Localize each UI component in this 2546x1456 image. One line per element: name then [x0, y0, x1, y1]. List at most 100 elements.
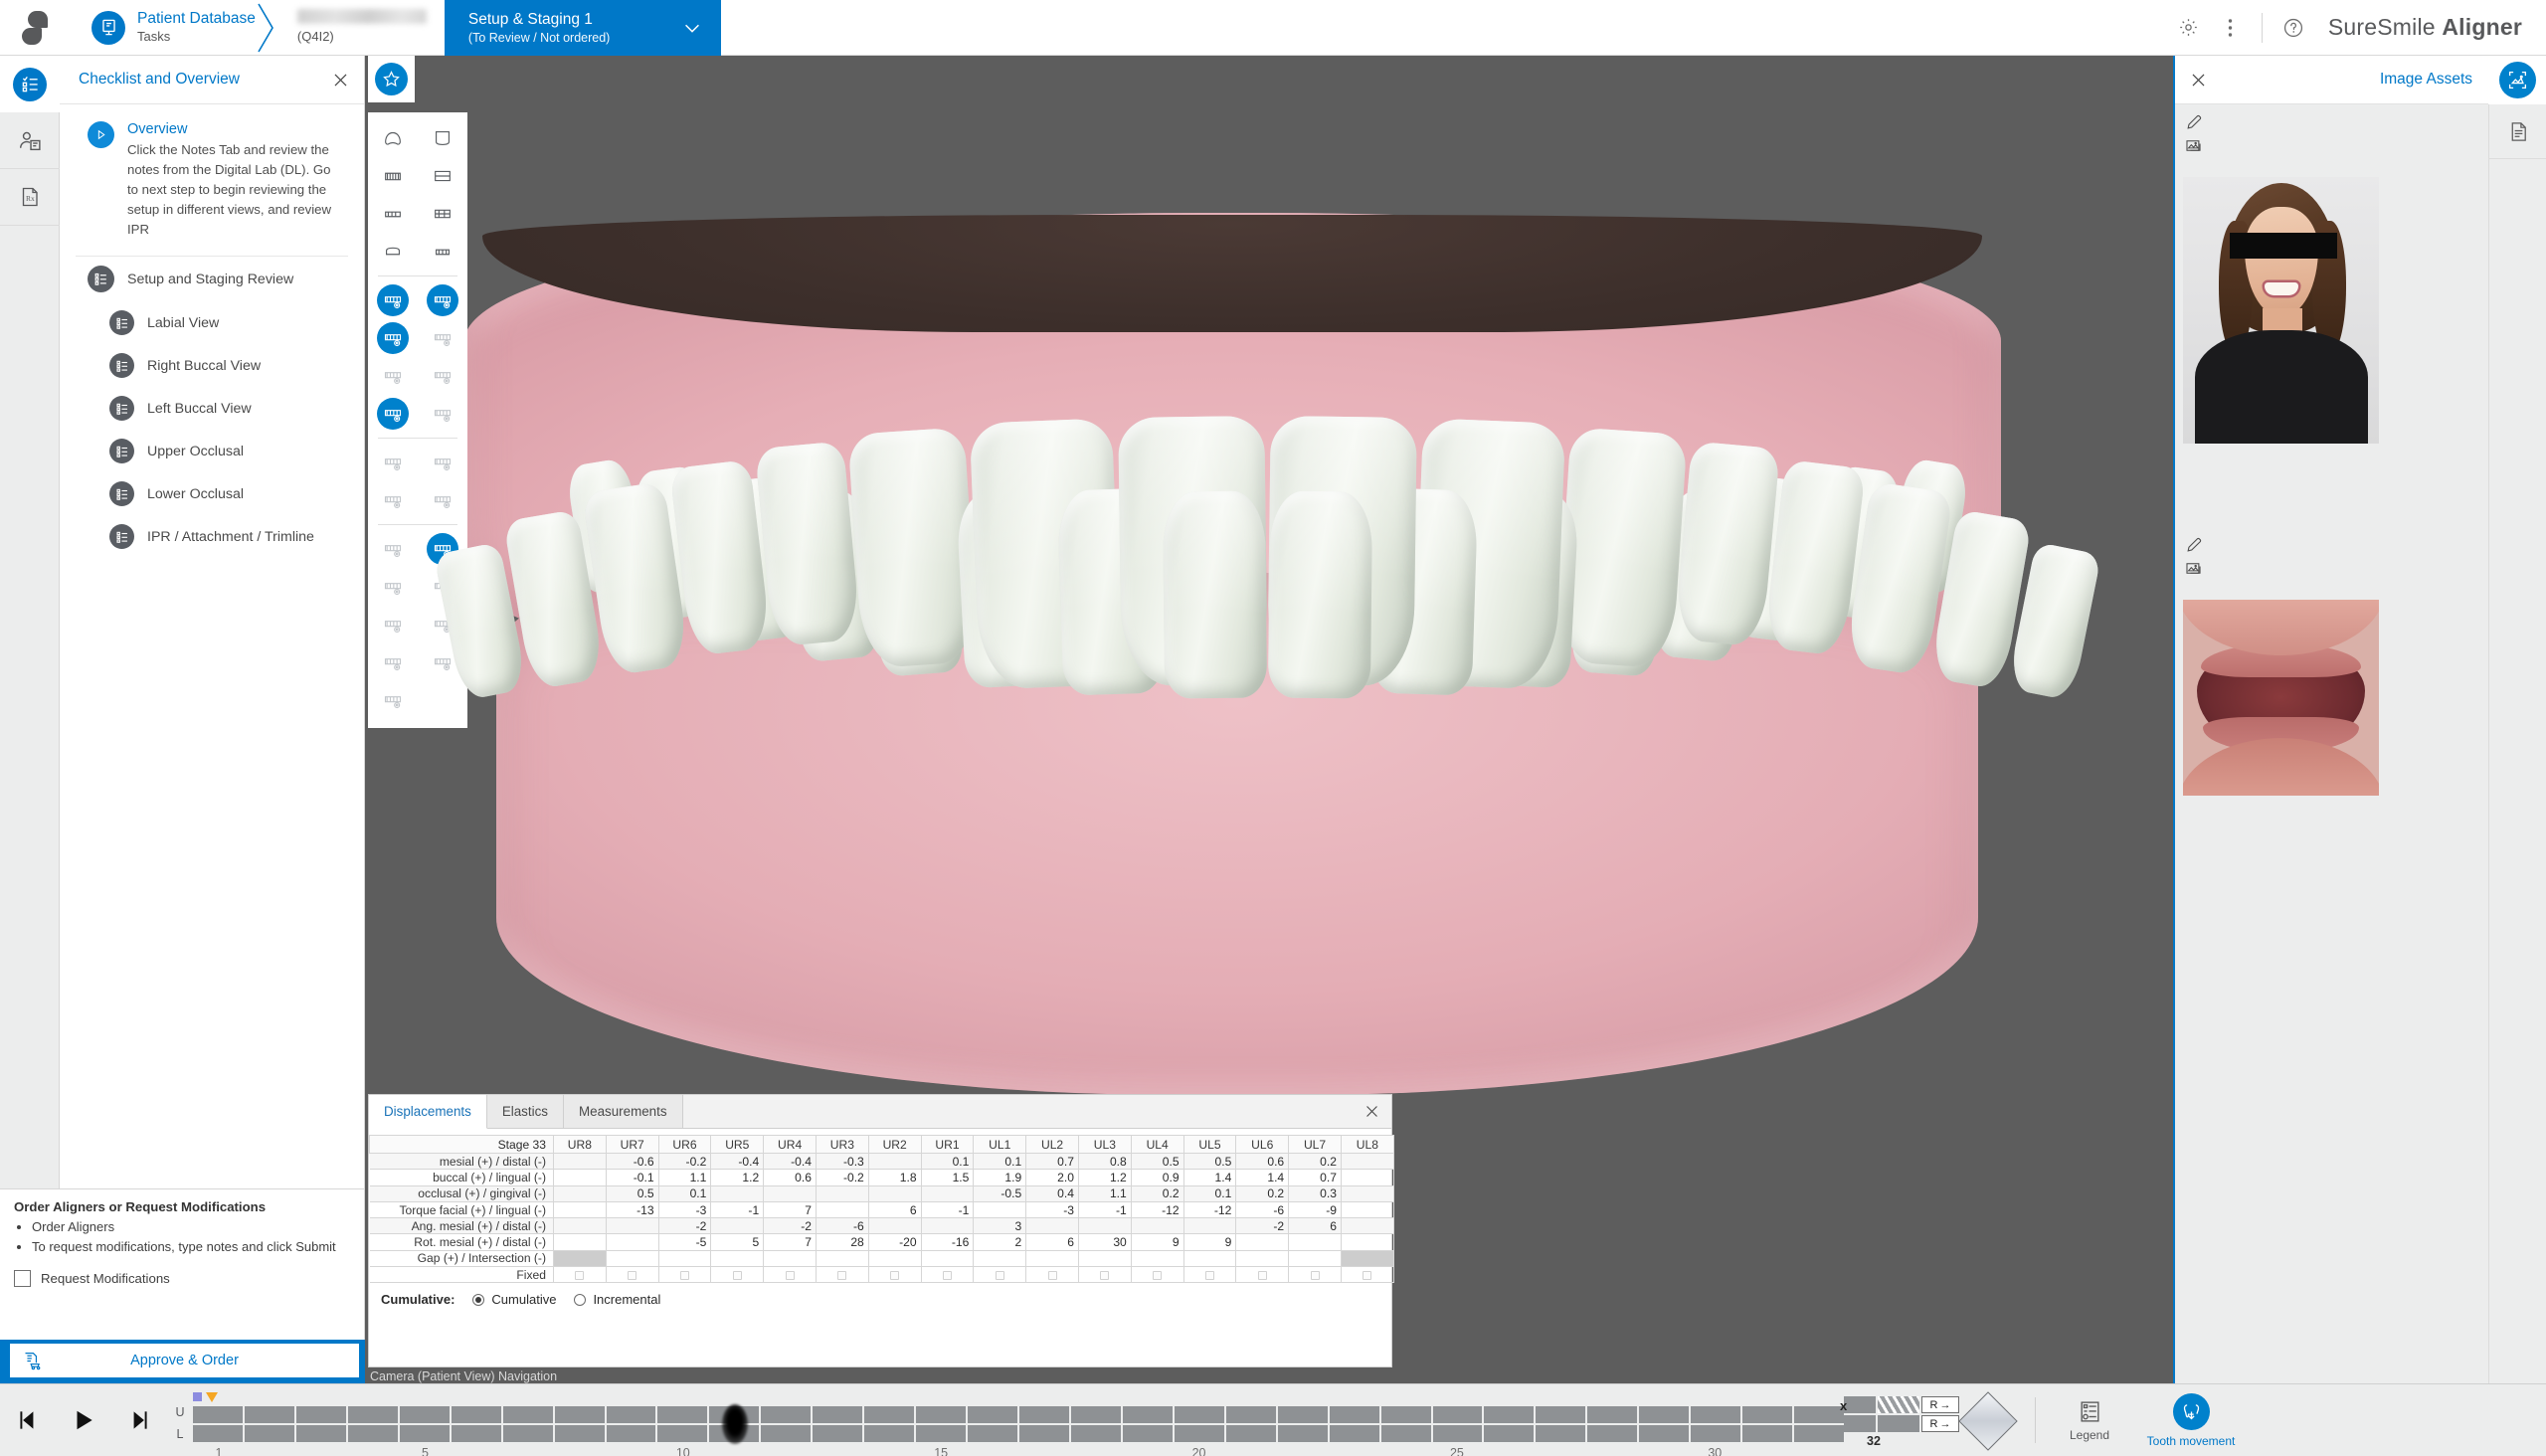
fixed-checkbox-ur4[interactable]: [764, 1267, 817, 1283]
stage-cell-20[interactable]: [1175, 1406, 1224, 1423]
cell-ur8[interactable]: [554, 1218, 607, 1234]
sidebar-item-right-buccal-view[interactable]: Right Buccal View: [76, 344, 348, 387]
radio-cumulative-input[interactable]: [472, 1294, 484, 1306]
edit-pencil-icon[interactable]: [2185, 535, 2490, 554]
lower-arch-track[interactable]: [193, 1425, 1844, 1442]
cell-ur6[interactable]: 1.1: [658, 1170, 711, 1185]
close-icon[interactable]: [331, 71, 350, 90]
cell-ul6[interactable]: 1.4: [1236, 1170, 1289, 1185]
sidebar-item-patient-record[interactable]: [0, 112, 60, 169]
cell-ur3[interactable]: -6: [816, 1218, 868, 1234]
cell-ur8[interactable]: [554, 1234, 607, 1250]
cell-ul6[interactable]: 0.2: [1236, 1185, 1289, 1201]
cell-ur6[interactable]: -5: [658, 1234, 711, 1250]
cell-ur5[interactable]: [711, 1185, 764, 1201]
image-assets-icon[interactable]: [2499, 62, 2536, 98]
cell-ur2[interactable]: 1.8: [868, 1170, 921, 1185]
breadcrumb-patient-database[interactable]: Patient Database Tasks: [70, 0, 273, 55]
stage-cell-28[interactable]: [1587, 1406, 1637, 1423]
left-buccal-view-icon[interactable]: [418, 195, 467, 233]
cell-ul2[interactable]: 0.4: [1026, 1185, 1079, 1201]
stage-cell-17[interactable]: [1019, 1406, 1069, 1423]
stage-cell-23[interactable]: [1330, 1406, 1379, 1423]
gap-cell-ur8[interactable]: [554, 1250, 607, 1266]
cell-ul3[interactable]: -1: [1078, 1201, 1131, 1217]
gear-icon[interactable]: [2168, 0, 2210, 56]
cell-ur3[interactable]: [816, 1201, 868, 1217]
stage-cell-27[interactable]: [1536, 1406, 1585, 1423]
gap-cell-ul8[interactable]: [1341, 1250, 1393, 1266]
cell-ul7[interactable]: 0.2: [1289, 1154, 1342, 1170]
bite-registration-icon[interactable]: [368, 606, 418, 643]
upper-arch-view-icon[interactable]: [368, 119, 418, 157]
cell-ur4[interactable]: 0.6: [764, 1170, 817, 1185]
cell-ul8[interactable]: [1341, 1185, 1393, 1201]
cell-ul1[interactable]: -0.5: [974, 1185, 1026, 1201]
cell-ur7[interactable]: -0.1: [606, 1170, 658, 1185]
cell-ul1[interactable]: [974, 1201, 1026, 1217]
stage-cell-9[interactable]: [607, 1425, 656, 1442]
fixed-checkbox-ul6[interactable]: [1236, 1267, 1289, 1283]
cell-ur8[interactable]: [554, 1201, 607, 1217]
tooth-visibility-icon[interactable]: [368, 530, 418, 568]
checkbox[interactable]: [943, 1271, 952, 1280]
stage-cell-14[interactable]: [864, 1425, 914, 1442]
skip-to-start-icon[interactable]: [0, 1384, 56, 1456]
cell-ur2[interactable]: [868, 1154, 921, 1170]
show-lower-model-icon[interactable]: [418, 281, 467, 319]
gap-cell-ur7[interactable]: [606, 1250, 658, 1266]
stage-cell-19[interactable]: [1123, 1406, 1173, 1423]
stage-cell-15[interactable]: [916, 1406, 966, 1423]
checkbox[interactable]: [1153, 1271, 1162, 1280]
cell-ul5[interactable]: 1.4: [1183, 1170, 1236, 1185]
cell-ur4[interactable]: -0.4: [764, 1154, 817, 1170]
cell-ul7[interactable]: 0.3: [1289, 1185, 1342, 1201]
gap-cell-ul2[interactable]: [1026, 1250, 1079, 1266]
crop-view-icon[interactable]: [418, 481, 467, 519]
stage-cell-12[interactable]: [761, 1425, 811, 1442]
stage-cell-9[interactable]: [607, 1406, 656, 1423]
chevron-down-icon[interactable]: [681, 17, 703, 39]
gap-cell-ur5[interactable]: [711, 1250, 764, 1266]
cell-ur8[interactable]: [554, 1170, 607, 1185]
tooth-lower-9[interactable]: [1268, 490, 1372, 698]
cell-ul3[interactable]: 30: [1078, 1234, 1131, 1250]
gap-cell-ur4[interactable]: [764, 1250, 817, 1266]
checkbox[interactable]: [996, 1271, 1004, 1280]
cell-ul5[interactable]: 0.5: [1183, 1154, 1236, 1170]
gap-cell-ur3[interactable]: [816, 1250, 868, 1266]
checklist-section-setup-staging-review[interactable]: Setup and Staging Review: [76, 257, 348, 301]
cell-ur1[interactable]: [921, 1218, 974, 1234]
gap-cell-ul1[interactable]: [974, 1250, 1026, 1266]
cell-ur8[interactable]: [554, 1154, 607, 1170]
radio-cumulative[interactable]: Cumulative: [472, 1292, 556, 1307]
stage-cell-3[interactable]: [296, 1425, 346, 1442]
cell-ul8[interactable]: [1341, 1154, 1393, 1170]
play-icon[interactable]: [56, 1384, 111, 1456]
cell-ul6[interactable]: -2: [1236, 1218, 1289, 1234]
fixed-checkbox-ur1[interactable]: [921, 1267, 974, 1283]
edit-pencil-icon[interactable]: [2185, 112, 2490, 131]
fixed-checkbox-ul7[interactable]: [1289, 1267, 1342, 1283]
checkbox[interactable]: [1363, 1271, 1371, 1280]
gap-cell-ul7[interactable]: [1289, 1250, 1342, 1266]
hide-attachments-icon[interactable]: [418, 357, 467, 395]
cell-ur3[interactable]: [816, 1185, 868, 1201]
cell-ur7[interactable]: -13: [606, 1201, 658, 1217]
stage-cell-2[interactable]: [245, 1406, 294, 1423]
tooth-movement-button[interactable]: Tooth movement: [2135, 1384, 2247, 1456]
help-icon[interactable]: [2273, 0, 2314, 56]
cell-ur6[interactable]: -0.2: [658, 1154, 711, 1170]
toolbar-favorites-tab[interactable]: [368, 56, 415, 102]
grid-overlay-icon[interactable]: [418, 444, 467, 481]
cell-ul5[interactable]: [1183, 1218, 1236, 1234]
cell-ul3[interactable]: 1.1: [1078, 1185, 1131, 1201]
cell-ul2[interactable]: 6: [1026, 1234, 1079, 1250]
sidebar-item-labial-view[interactable]: Labial View: [76, 301, 348, 344]
stage-cell-22[interactable]: [1278, 1406, 1328, 1423]
cell-ur7[interactable]: [606, 1234, 658, 1250]
gap-cell-ur1[interactable]: [921, 1250, 974, 1266]
checkbox[interactable]: [890, 1271, 899, 1280]
cell-ul2[interactable]: -3: [1026, 1201, 1079, 1217]
stage-cell-31[interactable]: [1742, 1406, 1792, 1423]
